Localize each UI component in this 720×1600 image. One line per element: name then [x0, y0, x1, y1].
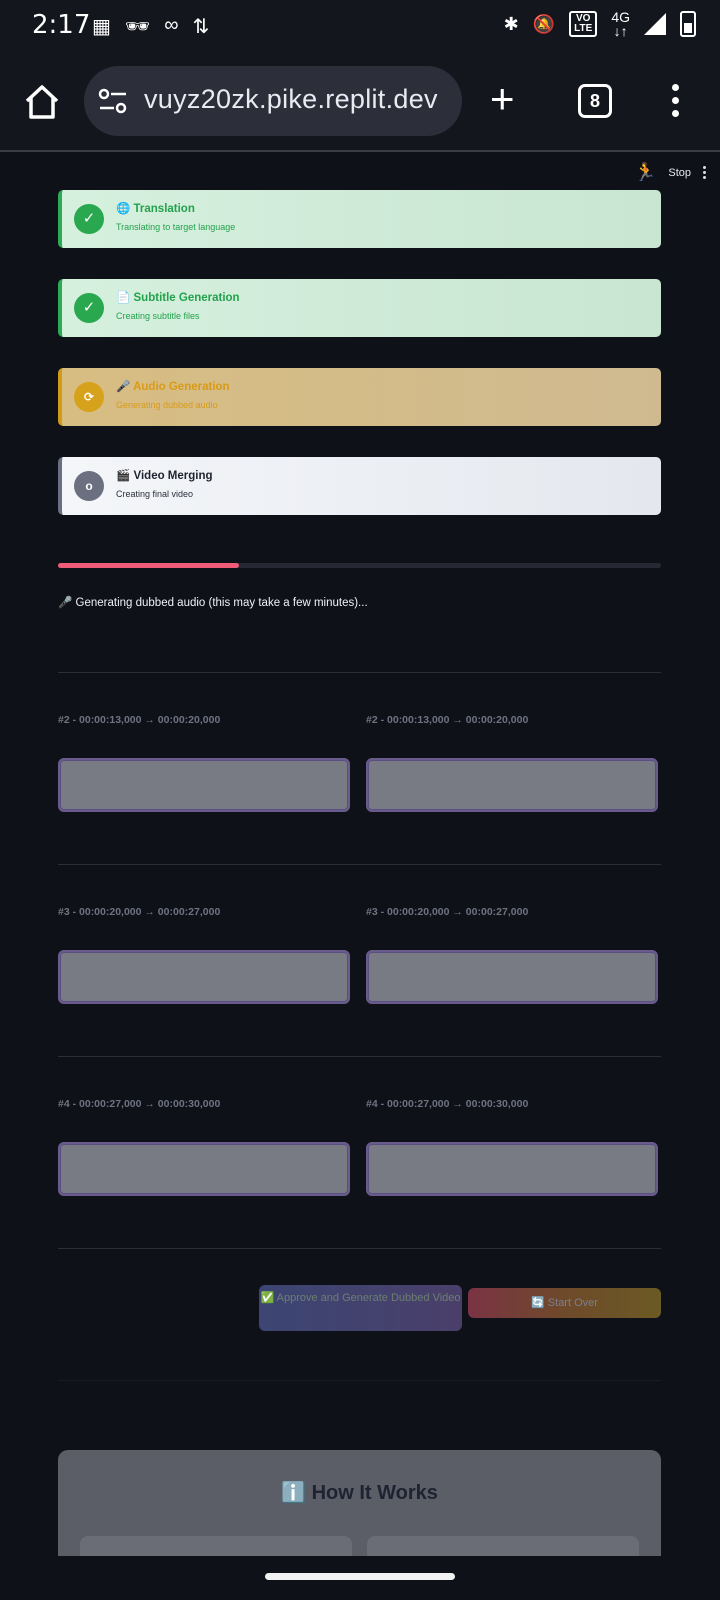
- progress-bar: [58, 563, 661, 568]
- more-options-icon[interactable]: [703, 166, 706, 179]
- step-translation: ✓ 🌐 Translation Translating to target la…: [58, 190, 661, 248]
- spinner-icon: ⟳: [74, 382, 104, 412]
- step-subtitle: Generating dubbed audio: [116, 400, 218, 410]
- segment-original-textbox[interactable]: [58, 758, 350, 812]
- segment-original-textbox[interactable]: [58, 1142, 350, 1196]
- pending-circle-icon: o: [74, 471, 104, 501]
- progress-fill: [58, 563, 239, 568]
- mute-bell-icon: 🔕: [532, 13, 556, 34]
- how-it-works-title: ℹ️ How It Works: [281, 1482, 438, 1504]
- check-icon: ✓: [74, 204, 104, 234]
- volte-icon: VO LTE: [569, 11, 598, 37]
- stop-button[interactable]: Stop: [668, 167, 691, 179]
- segment-label-original: #3 - 00:00:20,000 → 00:00:27,000: [58, 906, 221, 918]
- divider: [58, 1380, 661, 1381]
- step-title: 🌐 Translation: [116, 203, 195, 215]
- step-audio-generation: ⟳ 🎤 Audio Generation Generating dubbed a…: [58, 368, 661, 426]
- segment-label-original: #2 - 00:00:13,000 → 00:00:20,000: [58, 714, 221, 726]
- step-title: 🎤 Audio Generation: [116, 381, 230, 393]
- approve-generate-button[interactable]: ✅ Approve and Generate Dubbed Video: [259, 1285, 462, 1331]
- data-arrows-icon: ⇅: [192, 16, 210, 38]
- battery-icon: [680, 11, 696, 37]
- site-settings-icon[interactable]: [98, 88, 128, 114]
- segment-translated-textbox[interactable]: [366, 950, 658, 1004]
- step-subtitle: Translating to target language: [116, 222, 236, 232]
- bluetooth-icon: ✱: [503, 13, 519, 34]
- segment-translated-textbox[interactable]: [366, 758, 658, 812]
- how-it-works-step-card: [367, 1536, 639, 1556]
- divider: [58, 864, 661, 865]
- status-message: 🎤 Generating dubbed audio (this may take…: [58, 597, 368, 609]
- replit-run-bar: 🏃 Stop: [634, 162, 706, 183]
- status-bar: 2:17 ▦ 🕶 ∞ ⇅ ✱ 🔕 VO LTE 4G ↓↑: [0, 0, 720, 52]
- url-text[interactable]: vuyz20zk.pike.replit.dev: [144, 84, 438, 115]
- how-it-works-step-card: [80, 1536, 352, 1556]
- segment-label-original: #4 - 00:00:27,000 → 00:00:30,000: [58, 1098, 221, 1110]
- segment-label-translated: #2 - 00:00:13,000 → 00:00:20,000: [366, 714, 529, 726]
- navigation-bar: [0, 1556, 720, 1600]
- step-subtitle: Creating final video: [116, 489, 194, 499]
- step-subtitle-generation: ✓ 📄 Subtitle Generation Creating subtitl…: [58, 279, 661, 337]
- running-icon: 🏃: [633, 162, 657, 182]
- step-subtitle: Creating subtitle files: [116, 311, 200, 321]
- segment-label-translated: #3 - 00:00:20,000 → 00:00:27,000: [366, 906, 529, 918]
- check-icon: ✓: [74, 293, 104, 323]
- divider: [58, 1056, 661, 1057]
- start-over-button[interactable]: 🔄 Start Over: [468, 1288, 661, 1318]
- tab-switcher-button[interactable]: 8: [578, 84, 612, 118]
- system-icons: ✱ 🔕 VO LTE 4G ↓↑: [504, 10, 696, 38]
- notification-icons: ▦ 🕶 ∞ ⇅: [92, 14, 209, 39]
- step-title: 🎬 Video Merging: [116, 470, 213, 482]
- web-page: 🏃 Stop ✓ 🌐 Translation Translating to ta…: [0, 152, 720, 1556]
- segment-original-textbox[interactable]: [58, 950, 350, 1004]
- signal-icon: [644, 13, 666, 35]
- network-type: 4G ↓↑: [611, 9, 630, 39]
- incognito-icon: 🕶: [124, 16, 151, 38]
- new-tab-icon[interactable]: +: [490, 78, 515, 120]
- segment-translated-textbox[interactable]: [366, 1142, 658, 1196]
- step-video-merging: o 🎬 Video Merging Creating final video: [58, 457, 661, 515]
- browser-menu-icon[interactable]: [672, 84, 680, 123]
- divider: [58, 672, 661, 673]
- how-it-works-card: ℹ️ How It Works: [58, 1450, 661, 1556]
- step-title: 📄 Subtitle Generation: [116, 292, 240, 304]
- mask-icon: ∞: [164, 14, 179, 36]
- address-bar[interactable]: vuyz20zk.pike.replit.dev: [84, 66, 462, 136]
- photo-icon: ▦: [92, 16, 111, 38]
- home-icon[interactable]: [22, 82, 62, 122]
- clock: 2:17: [32, 10, 91, 40]
- gesture-handle[interactable]: [265, 1573, 455, 1580]
- divider: [58, 1248, 661, 1249]
- browser-toolbar: vuyz20zk.pike.replit.dev + 8: [0, 52, 720, 152]
- segment-label-translated: #4 - 00:00:27,000 → 00:00:30,000: [366, 1098, 529, 1110]
